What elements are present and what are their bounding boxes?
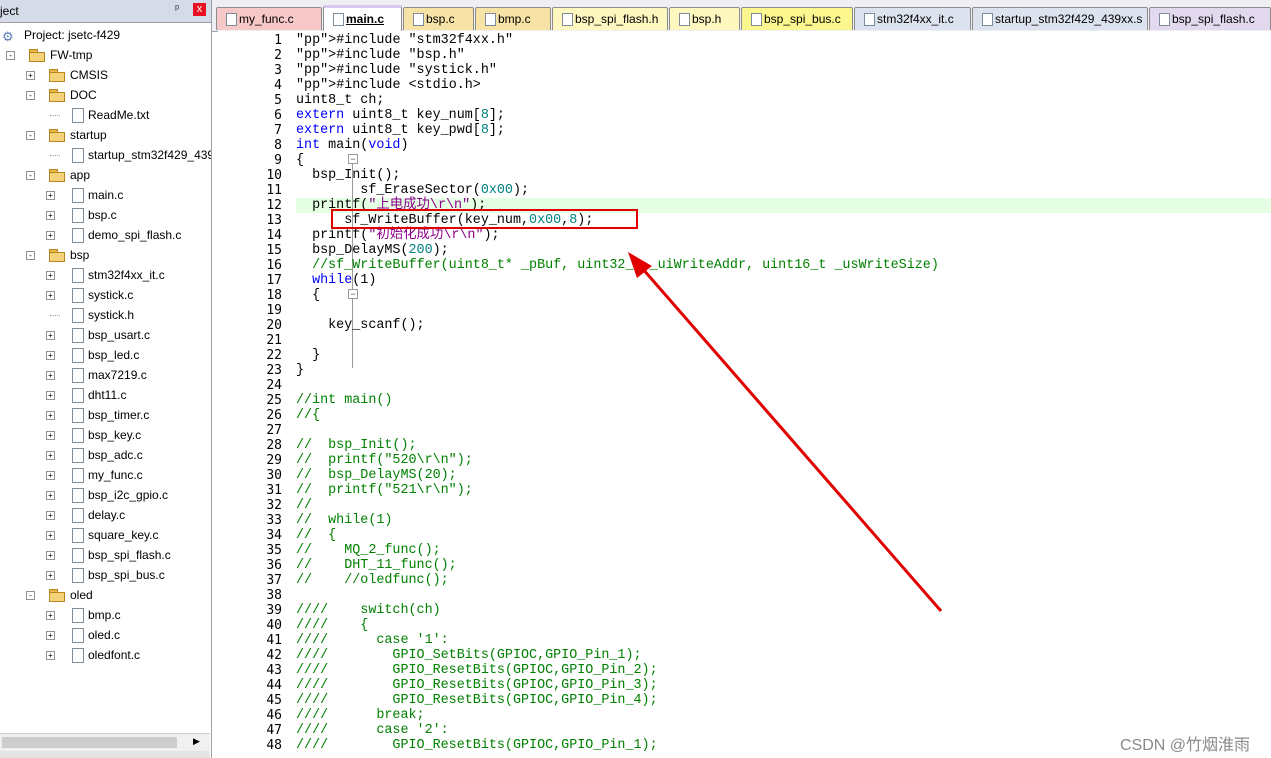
annotation-arrow bbox=[628, 252, 943, 612]
watermark: CSDN @竹烟淮雨 bbox=[1120, 737, 1251, 754]
